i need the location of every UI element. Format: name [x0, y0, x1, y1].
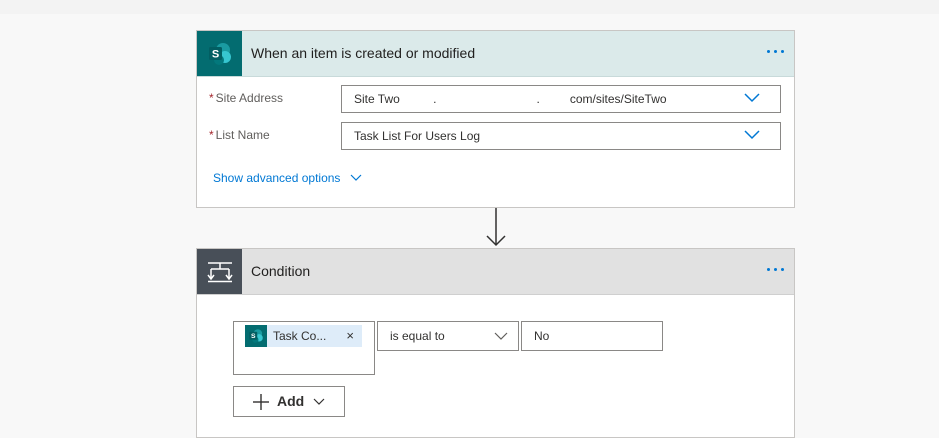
site-address-dropdown[interactable]: Site Two . . com/sites/SiteTwo — [341, 85, 781, 113]
list-name-label: * List Name — [209, 128, 270, 142]
site-address-label: * Site Address — [209, 91, 283, 105]
sharepoint-icon: S — [245, 325, 267, 347]
add-button-label: Add — [277, 393, 305, 409]
svg-text:S: S — [251, 333, 256, 340]
advanced-link-text: Show advanced options — [213, 171, 341, 185]
trigger-card: S When an item is created or modified * S… — [196, 30, 795, 208]
chevron-down-icon — [744, 130, 760, 140]
chevron-down-icon — [494, 332, 508, 340]
show-advanced-options-link[interactable]: Show advanced options — [213, 171, 362, 185]
trigger-more-options-icon[interactable] — [767, 50, 784, 53]
list-name-dropdown[interactable]: Task List For Users Log — [341, 122, 781, 150]
required-marker: * — [209, 91, 214, 105]
chevron-down-icon — [313, 398, 325, 405]
list-name-label-text: List Name — [215, 128, 270, 142]
trigger-card-header[interactable]: S When an item is created or modified — [197, 31, 794, 77]
condition-value-input[interactable]: No — [521, 321, 663, 351]
operator-dropdown[interactable]: is equal to — [377, 321, 519, 351]
flow-arrow-icon — [486, 208, 506, 247]
chevron-down-icon — [744, 93, 760, 103]
site-address-label-text: Site Address — [215, 91, 284, 105]
required-marker: * — [209, 128, 214, 142]
operator-value: is equal to — [390, 329, 445, 343]
plus-icon — [253, 394, 269, 410]
token-remove-icon[interactable]: × — [346, 329, 354, 343]
sharepoint-icon: S — [197, 31, 242, 76]
list-name-value: Task List For Users Log — [354, 129, 481, 143]
svg-text:S: S — [211, 48, 218, 60]
trigger-title: When an item is created or modified — [251, 45, 476, 61]
condition-more-options-icon[interactable] — [767, 268, 784, 271]
condition-value: No — [534, 329, 550, 343]
condition-card-header[interactable]: Condition — [197, 249, 794, 295]
token-label: Task Co... — [273, 329, 327, 343]
condition-card: Condition S Task Co... × is equal to No … — [196, 248, 795, 438]
dynamic-content-token[interactable]: S Task Co... × — [245, 325, 362, 347]
condition-title: Condition — [251, 263, 311, 279]
top-bar — [0, 0, 939, 14]
site-address-value: Site Two . . com/sites/SiteTwo — [354, 92, 667, 106]
add-button[interactable]: Add — [233, 386, 345, 417]
chevron-down-icon — [351, 174, 362, 181]
condition-icon — [197, 249, 242, 294]
